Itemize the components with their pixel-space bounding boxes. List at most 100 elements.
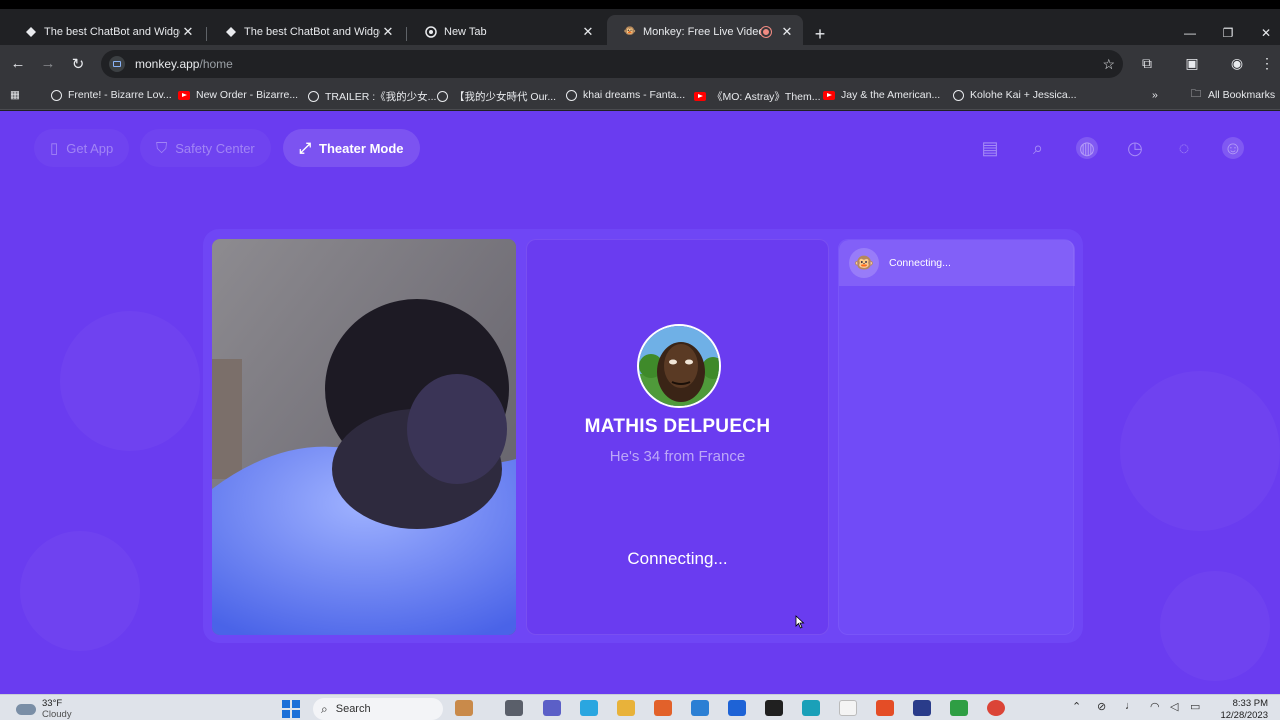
monkey-icon: 🐵 [623,26,637,37]
all-bookmarks[interactable]: 🗀 All Bookmarks [1190,88,1275,101]
tab-title: The best ChatBot and Widgets [244,26,380,38]
close-icon[interactable]: ✕ [380,24,396,40]
chevron-right-icon[interactable]: » [1152,89,1158,101]
mail-icon[interactable] [691,700,709,716]
dropbox-icon[interactable] [728,700,746,716]
bookmark-item[interactable]: Jay & the American... [823,89,940,101]
bookmarks-bar: ▦ Frente! - Bizarre Lov... New Order - B… [0,83,1280,110]
notepad-icon[interactable] [839,700,857,716]
volume-icon[interactable]: ◁ [1170,700,1178,713]
bookmark-item[interactable]: Kolohe Kai + Jessica... [952,89,1077,101]
extensions-icon[interactable]: ⧉ [1137,55,1157,72]
cast-icon[interactable]: ▣ [1182,55,1202,72]
youtube-icon [694,91,706,103]
safety-center-button[interactable]: ⛉ Safety Center [140,129,271,167]
back-icon[interactable]: ← [8,55,28,72]
profile-icon[interactable]: ◉ [1227,55,1247,72]
bookmark-item[interactable]: New Order - Bizarre... [178,89,298,101]
browser-toolbar: ← → ↻ monkey.app/home ☆ ⧉ ▣ ◉ ⋮ [0,45,1280,83]
task-view-icon[interactable] [505,700,523,716]
edge-icon[interactable] [802,700,820,716]
avatar[interactable]: ☺ [1222,137,1244,159]
url-text: monkey.app/home [135,57,233,71]
monkey-icon: 🐵 [849,248,879,278]
tab-title: The best ChatBot and Widgets [44,26,180,38]
chat-message-text: Connecting... [889,257,951,269]
tab-monkey[interactable]: 🐵 Monkey: Free Live Video Ch ✕ [607,15,803,48]
shield-icon: ⛉ [156,139,168,157]
tab-strip: The best ChatBot and Widgets ✕ The best … [0,0,1280,48]
globe-icon [50,89,62,101]
taskbar: 33°F Cloudy ⌕ Search ⌃ ⊘ ♩ ◠ ◁ ▭ 8:33 PM 1… [0,694,1280,720]
phone-icon: ▯ [50,140,59,157]
search-icon[interactable]: ⌕ [1027,137,1049,159]
notion-icon[interactable] [765,700,783,716]
theater-mode-button[interactable]: ⤢ Theater Mode [283,129,420,167]
camera-icon [109,56,125,72]
tab-chatbot-2[interactable]: The best ChatBot and Widgets ✕ [208,17,404,47]
bookmark-item[interactable]: Frente! - Bizarre Lov... [50,89,172,101]
background-blob [1160,571,1270,681]
apps-icon[interactable]: ▦ [10,89,20,101]
chevron-up-icon[interactable]: ⌃ [1072,700,1081,713]
app-icon[interactable] [913,700,931,716]
bookmark-star-icon[interactable]: ☆ [1102,56,1115,73]
forward-icon[interactable]: → [38,55,58,72]
reload-icon[interactable]: ↻ [68,55,88,73]
partner-panel: MATHIS DELPUECH He's 34 from France Conn… [526,239,829,635]
chrome-icon[interactable] [987,700,1005,716]
network-off-icon[interactable]: ⊘ [1097,700,1106,713]
taskbar-search[interactable]: ⌕ Search [313,698,443,720]
partner-info: He's 34 from France [609,448,746,465]
self-camera-feed [212,239,516,635]
bookmark-item[interactable]: khai dreams - Fanta... [565,89,685,101]
menu-icon[interactable]: ⋮ [1257,55,1277,72]
firefox-icon[interactable] [654,700,672,716]
globe-icon [436,91,448,103]
battery-icon[interactable]: ▭ [1190,700,1200,713]
diamond-icon [24,25,38,39]
diamond-icon [224,25,238,39]
mouse-cursor-icon [795,615,805,629]
chat-icon[interactable]: ◌ [1173,137,1195,159]
coins-icon[interactable]: ◍ [1076,137,1098,159]
chat-message: 🐵 Connecting... [839,240,1075,286]
close-icon[interactable]: ✕ [580,24,596,40]
app-icon[interactable] [950,700,968,716]
background-blob [1120,371,1280,531]
teams-icon[interactable] [543,700,561,716]
microphone-icon[interactable]: ♩ [1125,700,1136,712]
globe-icon [307,91,319,103]
partner-name: MATHIS DELPUECH [584,416,771,437]
new-tab-button[interactable]: + [810,25,830,43]
youtube-icon [178,89,190,101]
app-icon[interactable] [876,700,894,716]
recording-icon [761,26,771,37]
bookmark-item[interactable]: TRAILER :《我的少女... [307,89,436,104]
bookmark-item[interactable]: 【我的少女時代 Our... [436,89,556,104]
copilot-icon[interactable] [580,700,598,716]
close-icon[interactable]: ✕ [180,24,196,40]
address-bar[interactable]: monkey.app/home ☆ [101,50,1123,78]
background-blob [20,531,140,651]
wifi-icon[interactable]: ◠ [1150,700,1160,713]
weather-widget[interactable]: 33°F Cloudy [16,698,72,720]
history-icon[interactable]: ◷ [1124,137,1146,159]
partner-avatar [637,324,721,408]
minimize-icon[interactable]: — [1180,26,1200,40]
clock[interactable]: 8:33 PM 12/28/2023 [1220,698,1268,720]
restore-icon[interactable]: ❐ [1218,26,1238,40]
folder-icon: 🗀 [1190,88,1202,100]
file-explorer-icon[interactable] [617,700,635,716]
widgets-app-icon[interactable] [455,700,473,716]
youtube-icon [823,89,835,101]
get-app-button[interactable]: ▯ Get App [34,129,130,167]
tab-title: New Tab [444,26,487,38]
close-icon[interactable]: ✕ [779,24,795,40]
tab-new-tab[interactable]: New Tab ✕ [408,17,604,47]
gift-icon[interactable]: ▤ [979,137,1001,159]
bookmark-item[interactable]: 《MO: Astray》Them... [694,89,821,104]
tab-chatbot-1[interactable]: The best ChatBot and Widgets ✕ [8,17,204,47]
close-window-icon[interactable]: ✕ [1256,26,1276,40]
windows-start-icon[interactable] [282,700,300,718]
